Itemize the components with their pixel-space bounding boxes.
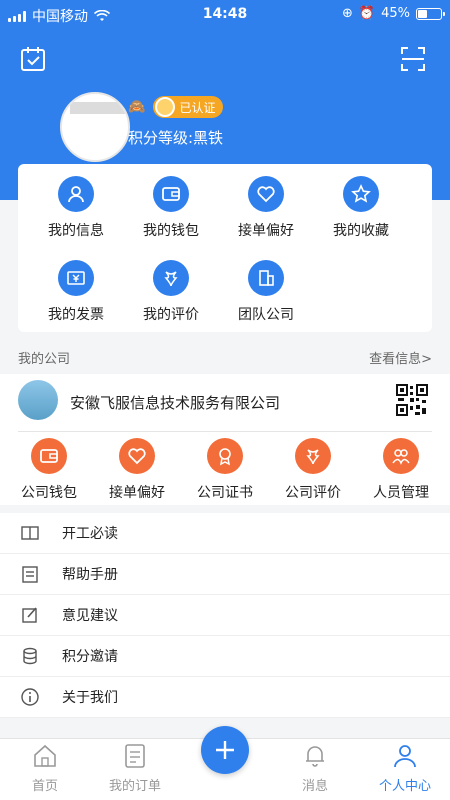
tab-label: 消息 (301, 779, 328, 794)
company-action-label: 公司钱包 (21, 485, 77, 501)
medal-icon (155, 97, 176, 117)
review-icon (306, 449, 320, 465)
list-item-label: 积分邀请 (62, 649, 118, 665)
list-item-label: 帮助手册 (62, 567, 118, 583)
menu-label: 我的钱包 (143, 223, 199, 239)
menu-label: 我的信息 (48, 223, 104, 239)
list-item-label: 关于我们 (62, 690, 118, 706)
menu-label: 我的发票 (48, 307, 104, 323)
user-emoji-icon: 🙈 (128, 99, 146, 115)
star-icon (351, 184, 371, 203)
heart-icon (128, 448, 146, 465)
scan-icon[interactable] (398, 44, 428, 74)
section-title: 我的公司 (18, 351, 71, 367)
book-icon (21, 526, 39, 540)
company-action-label: 公司评价 (285, 485, 341, 501)
company-logo (18, 380, 58, 420)
edit-icon (22, 607, 37, 623)
company-staff-management[interactable]: 人员管理 (356, 438, 446, 502)
add-button[interactable] (201, 726, 249, 774)
qr-code-icon[interactable] (396, 384, 428, 416)
coins-icon (23, 647, 37, 665)
invoice-icon (67, 271, 85, 285)
person-icon (394, 745, 416, 768)
settings-list: 开工必读 帮助手册 意见建议 积分邀请 关于我们 (0, 513, 450, 718)
verified-badge: 已认证 (153, 96, 224, 118)
avatar[interactable] (60, 92, 130, 162)
battery-percent: 45% (381, 6, 410, 21)
company-action-label: 接单偏好 (109, 485, 165, 501)
menu-my-review[interactable]: 我的评价 (125, 260, 217, 324)
list-item-points-invite[interactable]: 积分邀请 (0, 636, 450, 677)
company-certificate[interactable]: 公司证书 (180, 438, 270, 502)
company-section: 我的公司 查看信息> 安徽飞服信息技术服务有限公司 公司钱包 接单偏好 公司证书… (0, 340, 450, 505)
menu-label: 接单偏好 (238, 223, 294, 239)
menu-my-wallet[interactable]: 我的钱包 (125, 176, 217, 240)
certificate-icon (219, 448, 231, 466)
building-icon (259, 270, 274, 286)
menu-team-company[interactable]: 团队公司 (220, 260, 312, 324)
alarm-icon: ⏰ (358, 6, 376, 21)
people-icon (392, 449, 410, 465)
company-action-label: 公司证书 (197, 485, 253, 501)
tab-label: 我的订单 (108, 779, 161, 794)
order-icon (125, 744, 145, 768)
menu-favorites[interactable]: 我的收藏 (315, 176, 407, 240)
view-info-link[interactable]: 查看信息> (369, 348, 432, 367)
verified-label: 已认证 (179, 100, 216, 115)
info-icon (21, 688, 39, 706)
company-order-preference[interactable]: 接单偏好 (92, 438, 182, 502)
home-icon (34, 744, 56, 767)
tab-home[interactable]: 首页 (5, 743, 85, 794)
plus-icon (216, 741, 234, 759)
wallet-icon (40, 449, 58, 463)
review-icon (164, 271, 178, 287)
list-item-help-manual[interactable]: 帮助手册 (0, 554, 450, 595)
list-item-about-us[interactable]: 关于我们 (0, 677, 450, 718)
tab-messages[interactable]: 消息 (275, 743, 355, 794)
menu-label: 团队公司 (238, 307, 294, 323)
company-wallet[interactable]: 公司钱包 (4, 438, 94, 502)
menu-order-preference[interactable]: 接单偏好 (220, 176, 312, 240)
heart-icon (257, 186, 275, 203)
tab-label: 个人中心 (378, 779, 431, 794)
rotation-lock-icon: ⊕ (342, 6, 353, 21)
company-action-label: 人员管理 (373, 485, 429, 501)
user-icon (68, 186, 84, 203)
menu-label: 我的收藏 (333, 223, 389, 239)
calendar-check-icon[interactable] (18, 44, 48, 74)
menu-my-info[interactable]: 我的信息 (30, 176, 122, 240)
divider (18, 431, 432, 432)
company-review[interactable]: 公司评价 (268, 438, 358, 502)
list-item-feedback[interactable]: 意见建议 (0, 595, 450, 636)
manual-icon (22, 566, 38, 583)
battery-icon (416, 7, 445, 20)
list-item-must-read[interactable]: 开工必读 (0, 513, 450, 554)
company-row[interactable]: 安徽飞服信息技术服务有限公司 (0, 376, 450, 432)
wallet-icon (162, 187, 180, 201)
menu-label: 我的评价 (143, 307, 199, 323)
tab-label: 首页 (31, 779, 58, 794)
status-bar: 中国移动 14:48 ⊕ ⏰ 45% (0, 0, 450, 28)
tab-profile[interactable]: 个人中心 (365, 743, 445, 794)
bell-icon (306, 746, 324, 767)
quick-menu-card: 我的信息 我的钱包 接单偏好 我的收藏 我的发票 我的评价 团队公司 (18, 164, 432, 332)
points-level: 积分等级:黑铁 (128, 129, 224, 147)
company-name: 安徽飞服信息技术服务有限公司 (70, 394, 281, 412)
list-item-label: 开工必读 (62, 526, 118, 542)
tab-my-orders[interactable]: 我的订单 (95, 743, 175, 794)
list-item-label: 意见建议 (62, 608, 118, 624)
menu-my-invoice[interactable]: 我的发票 (30, 260, 122, 324)
